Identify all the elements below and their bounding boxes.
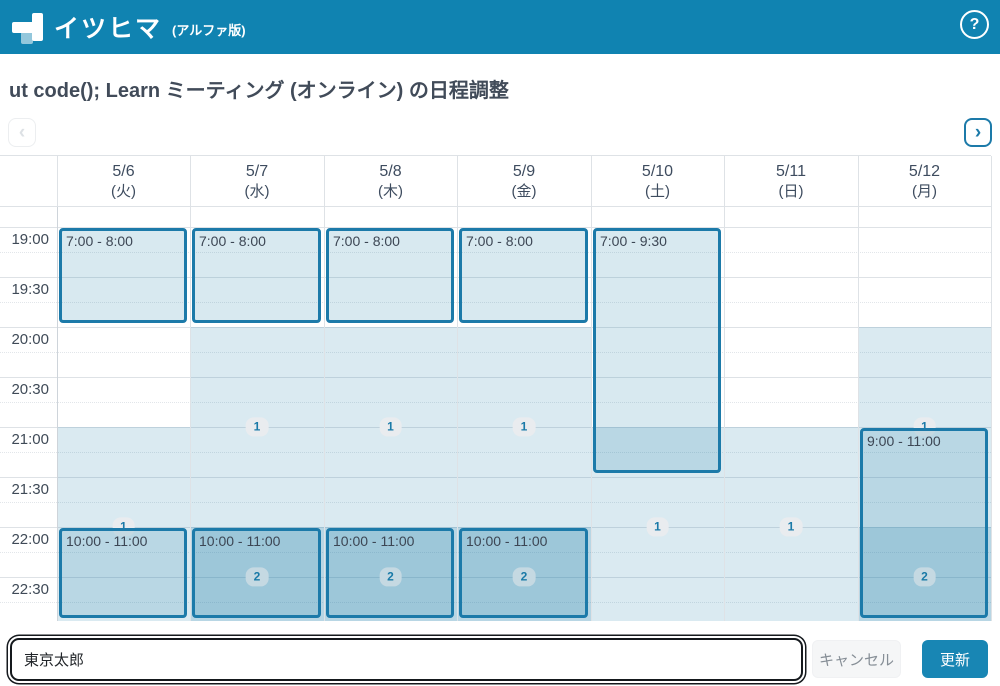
day-date: 5/12 bbox=[858, 161, 991, 182]
event-block[interactable]: 9:00 - 11:00 bbox=[860, 428, 988, 618]
app-window: イツヒマ (アルファ版) ? ut code(); Learn ミーティング (… bbox=[0, 0, 1000, 686]
availability-count-badge: 1 bbox=[646, 517, 669, 536]
day-date: 5/6 bbox=[57, 161, 190, 182]
next-week-button[interactable]: › bbox=[964, 118, 992, 147]
day-weekday: (火) bbox=[57, 182, 190, 202]
day-header-cell: 5/10(土) bbox=[591, 156, 724, 206]
time-label: 19:30 bbox=[0, 281, 49, 298]
prev-week-button[interactable]: ‹ bbox=[8, 118, 36, 147]
day-weekday: (金) bbox=[457, 182, 591, 202]
event-time-label: 7:00 - 8:00 bbox=[462, 231, 585, 251]
update-button[interactable]: 更新 bbox=[922, 640, 988, 678]
grid-vline bbox=[190, 156, 191, 208]
help-icon[interactable]: ? bbox=[960, 10, 989, 39]
event-block[interactable]: 10:00 - 11:00 bbox=[326, 528, 454, 618]
availability-count-badge: 1 bbox=[379, 417, 402, 436]
event-block[interactable]: 10:00 - 11:00 bbox=[459, 528, 588, 618]
availability-count-badge: 1 bbox=[780, 517, 803, 536]
app-logo-icon[interactable] bbox=[10, 9, 46, 45]
app-header: イツヒマ (アルファ版) ? bbox=[0, 0, 1000, 54]
time-label: 21:00 bbox=[0, 431, 49, 448]
app-version-badge: (アルファ版) bbox=[172, 20, 246, 39]
availability-count-badge: 1 bbox=[513, 417, 536, 436]
participant-name-input[interactable] bbox=[10, 638, 803, 681]
day-header-cell: 5/12(月) bbox=[858, 156, 991, 206]
footer-form: キャンセル 更新 bbox=[0, 622, 1000, 686]
event-block[interactable]: 7:00 - 8:00 bbox=[326, 228, 454, 323]
grid-vline bbox=[991, 207, 992, 621]
day-weekday: (日) bbox=[724, 182, 858, 202]
event-time-label: 10:00 - 11:00 bbox=[329, 531, 451, 551]
day-weekday: (土) bbox=[591, 182, 724, 202]
day-header-cell: 5/7(水) bbox=[190, 156, 324, 206]
event-time-label: 7:00 - 8:00 bbox=[62, 231, 184, 251]
page-title: ut code(); Learn ミーティング (オンライン) の日程調整 bbox=[9, 74, 509, 103]
cancel-button[interactable]: キャンセル bbox=[812, 640, 901, 678]
event-time-label: 10:00 - 11:00 bbox=[462, 531, 585, 551]
availability-count-badge: 1 bbox=[246, 417, 269, 436]
event-block[interactable]: 10:00 - 11:00 bbox=[192, 528, 321, 618]
logo-square bbox=[21, 32, 33, 44]
event-time-label: 9:00 - 11:00 bbox=[863, 431, 985, 451]
grid-vline bbox=[724, 156, 725, 208]
time-label: 19:00 bbox=[0, 231, 49, 248]
day-date: 5/10 bbox=[591, 161, 724, 182]
day-header-cell: 5/6(火) bbox=[57, 156, 190, 206]
day-weekday: (水) bbox=[190, 182, 324, 202]
grid-vline bbox=[457, 156, 458, 208]
event-time-label: 10:00 - 11:00 bbox=[62, 531, 184, 551]
time-label: 22:30 bbox=[0, 581, 49, 598]
time-label: 20:00 bbox=[0, 331, 49, 348]
day-weekday: (木) bbox=[324, 182, 457, 202]
grid-vline bbox=[858, 156, 859, 208]
calendar-day-headers: 5/6(火)5/7(水)5/8(木)5/9(金)5/10(土)5/11(日)5/… bbox=[0, 155, 991, 207]
day-header-cell: 5/11(日) bbox=[724, 156, 858, 206]
time-label: 22:00 bbox=[0, 531, 49, 548]
day-weekday: (月) bbox=[858, 182, 991, 202]
event-time-label: 7:00 - 8:00 bbox=[329, 231, 451, 251]
calendar-grid-body[interactable]: 19:00 19:30 20:00 20:30 21:00 21:30 22:00 22:30… bbox=[0, 207, 1000, 621]
day-date: 5/9 bbox=[457, 161, 591, 182]
grid-vline bbox=[991, 156, 992, 208]
event-time-label: 7:00 - 9:30 bbox=[596, 231, 718, 251]
grid-vline bbox=[324, 156, 325, 208]
day-date: 5/7 bbox=[190, 161, 324, 182]
event-block[interactable]: 7:00 - 8:00 bbox=[192, 228, 321, 323]
event-block[interactable]: 7:00 - 8:00 bbox=[459, 228, 588, 323]
day-date: 5/11 bbox=[724, 161, 858, 182]
day-date: 5/8 bbox=[324, 161, 457, 182]
event-block[interactable]: 10:00 - 11:00 bbox=[59, 528, 187, 618]
event-block[interactable]: 7:00 - 9:30 bbox=[593, 228, 721, 473]
event-time-label: 10:00 - 11:00 bbox=[195, 531, 318, 551]
grid-vline bbox=[591, 156, 592, 208]
event-block[interactable]: 7:00 - 8:00 bbox=[59, 228, 187, 323]
time-label: 20:30 bbox=[0, 381, 49, 398]
time-label: 21:30 bbox=[0, 481, 49, 498]
day-header-cell: 5/8(木) bbox=[324, 156, 457, 206]
day-header-cell: 5/9(金) bbox=[457, 156, 591, 206]
grid-vline bbox=[57, 156, 58, 208]
event-time-label: 7:00 - 8:00 bbox=[195, 231, 318, 251]
app-name: イツヒマ bbox=[54, 9, 162, 45]
